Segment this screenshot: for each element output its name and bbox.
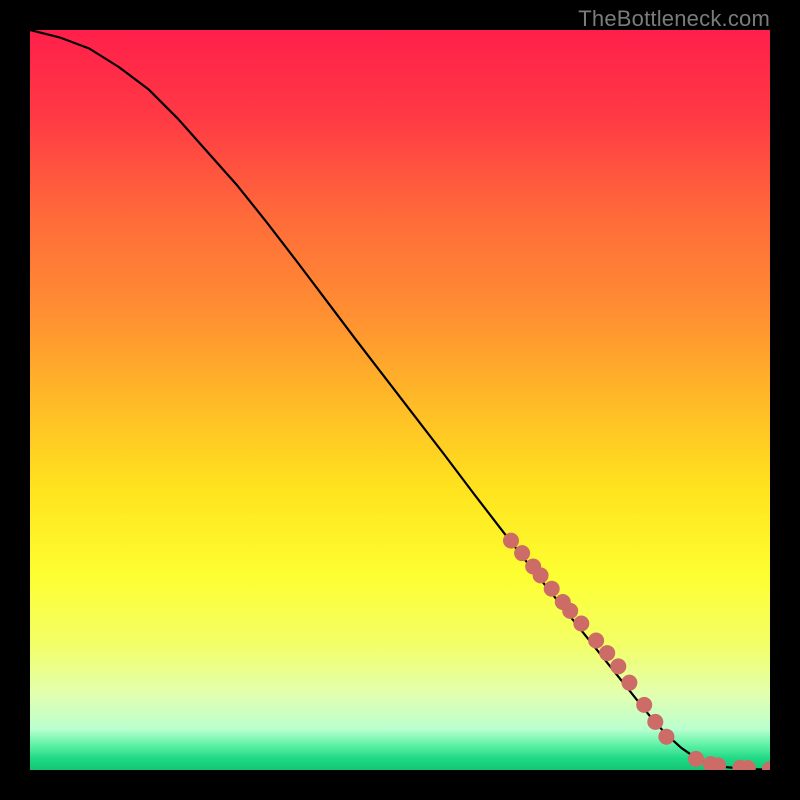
data-point <box>636 697 652 713</box>
chart-frame: TheBottleneck.com <box>0 0 800 800</box>
data-point <box>503 533 519 549</box>
data-point <box>533 567 549 583</box>
data-point <box>573 615 589 631</box>
plot-area <box>30 30 770 770</box>
data-point <box>621 675 637 691</box>
watermark-text: TheBottleneck.com <box>578 6 770 32</box>
gradient-rect <box>30 30 770 770</box>
data-point <box>588 633 604 649</box>
data-point <box>658 729 674 745</box>
data-point <box>599 645 615 661</box>
data-point <box>688 751 704 767</box>
data-point <box>562 603 578 619</box>
data-point <box>514 545 530 561</box>
data-point <box>610 658 626 674</box>
chart-svg <box>30 30 770 770</box>
data-point <box>544 581 560 597</box>
data-point <box>647 714 663 730</box>
